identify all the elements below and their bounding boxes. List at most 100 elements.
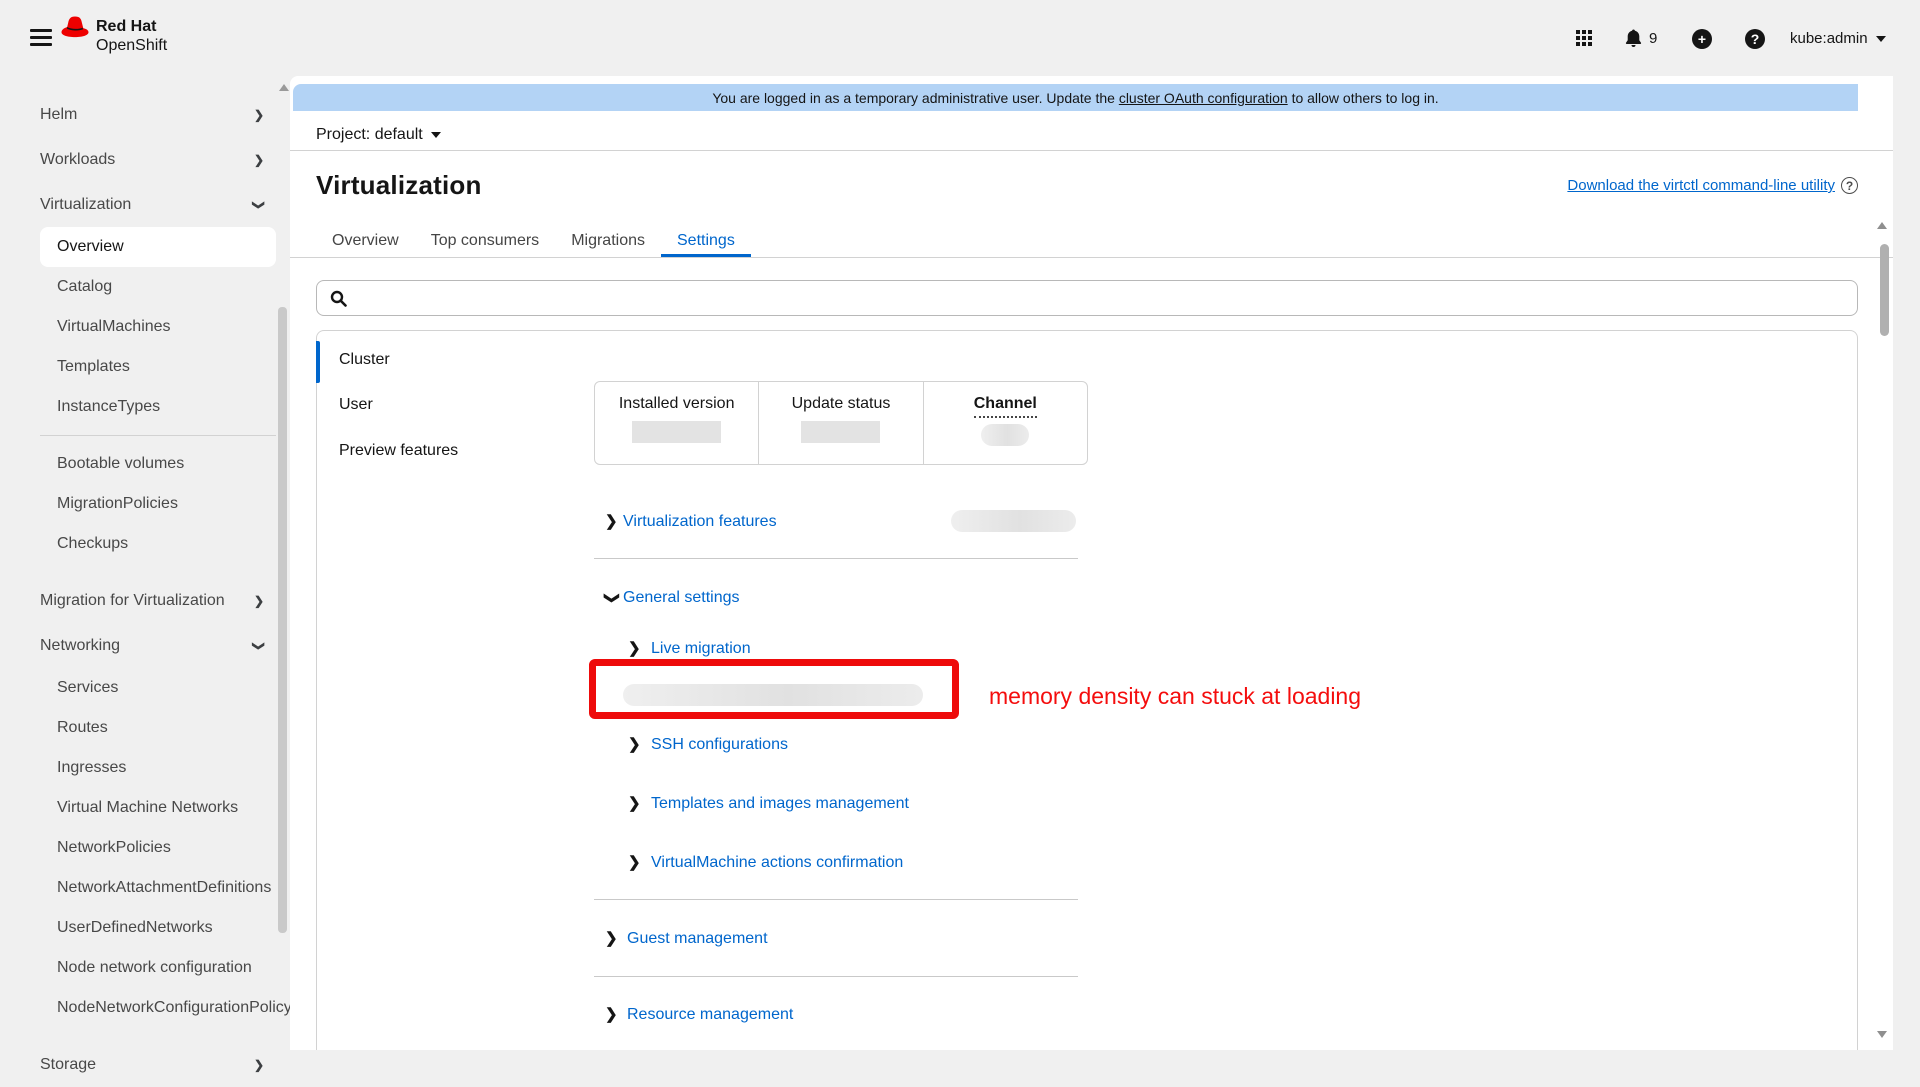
tab-top-consumers[interactable]: Top consumers <box>415 225 556 257</box>
scroll-down-arrow[interactable] <box>1877 1031 1887 1038</box>
sidebar-item-networkattachmentdefinitions[interactable]: NetworkAttachmentDefinitions <box>40 868 276 908</box>
chevron-down-icon: ❯ <box>251 199 266 210</box>
sidebar-item-routes[interactable]: Routes <box>40 708 276 748</box>
chevron-right-icon: ❯ <box>605 930 618 947</box>
virtualization-features-skeleton <box>951 510 1076 532</box>
settings-search <box>316 280 1858 316</box>
settings-tab-preview-features[interactable]: Preview features <box>339 442 458 460</box>
scroll-up-arrow[interactable] <box>1877 222 1887 229</box>
sidebar-item-catalog[interactable]: Catalog <box>40 267 276 307</box>
masthead: Red Hat OpenShift 9 + ? kube:admin <box>0 0 1920 76</box>
user-menu[interactable]: kube:admin <box>1790 30 1886 47</box>
sidebar-item-ingresses[interactable]: Ingresses <box>40 748 276 788</box>
settings-tab-user[interactable]: User <box>339 396 373 414</box>
add-plus-icon[interactable]: + <box>1692 29 1712 49</box>
section-virtualization-features[interactable]: Virtualization features <box>623 512 777 532</box>
chevron-right-icon: ❯ <box>253 152 264 167</box>
page-tabs: Overview Top consumers Migrations Settin… <box>290 225 1893 258</box>
banner-text-pre: You are logged in as a temporary adminis… <box>712 89 1119 106</box>
chevron-right-icon: ❯ <box>605 513 618 530</box>
app-launcher-icon[interactable] <box>1576 30 1594 48</box>
project-selector[interactable]: Project: default <box>316 120 441 150</box>
nav-toggle-icon[interactable] <box>30 29 52 46</box>
chevron-right-icon: ❯ <box>253 1057 264 1072</box>
search-icon <box>330 290 347 307</box>
sidebar-item-userdefinednetworks[interactable]: UserDefinedNetworks <box>40 908 276 948</box>
chevron-down-icon <box>1875 36 1886 43</box>
brand-text: Red Hat OpenShift <box>96 17 167 55</box>
username: kube:admin <box>1790 30 1868 47</box>
section-resource-management[interactable]: Resource management <box>627 1005 793 1025</box>
search-input[interactable] <box>356 283 1857 313</box>
divider <box>290 150 1893 151</box>
section-live-migration[interactable]: Live migration <box>651 639 751 659</box>
download-virtctl-link[interactable]: Download the virtctl command-line utilit… <box>1567 177 1835 194</box>
sidebar-item-node-network-configuration[interactable]: Node network configuration <box>40 948 276 988</box>
settings-card: Cluster User Preview features Installed … <box>316 330 1858 1050</box>
sidebar-item-virtual-machine-networks[interactable]: Virtual Machine Networks <box>40 788 276 828</box>
banner-text-post: to allow others to log in. <box>1287 89 1439 106</box>
sidebar-divider <box>40 435 276 436</box>
version-summary-box: Installed version Update status Channel <box>594 381 1088 465</box>
chevron-right-icon: ❯ <box>628 854 641 871</box>
tab-overview[interactable]: Overview <box>316 225 415 257</box>
chevron-down-icon <box>430 132 441 138</box>
help-icon[interactable]: ? <box>1745 29 1765 49</box>
divider <box>594 899 1078 900</box>
temp-admin-banner: You are logged in as a temporary adminis… <box>293 84 1858 111</box>
chevron-down-icon: ❯ <box>603 591 621 605</box>
project-selector-label: Project: default <box>316 126 423 143</box>
tab-settings[interactable]: Settings <box>661 225 751 257</box>
sidebar-item-networking[interactable]: Networking ❯ <box>0 623 290 668</box>
settings-tab-cluster[interactable]: Cluster <box>339 351 390 369</box>
sidebar-scroll-up-arrow[interactable] <box>279 84 289 91</box>
sidebar-item-helm[interactable]: Helm ❯ <box>0 92 290 137</box>
sidebar-item-services[interactable]: Services <box>40 668 276 708</box>
section-general-settings[interactable]: General settings <box>623 588 740 608</box>
tab-migrations[interactable]: Migrations <box>555 225 661 257</box>
section-guest-management[interactable]: Guest management <box>627 929 768 949</box>
sidebar-item-templates[interactable]: Templates <box>40 347 276 387</box>
sidebar-item-storage[interactable]: Storage ❯ <box>0 1042 290 1087</box>
product-name: OpenShift <box>96 37 168 54</box>
chevron-right-icon: ❯ <box>253 107 264 122</box>
sidebar-item-overview[interactable]: Overview <box>40 227 276 267</box>
sidebar-item-migration-for-virtualization[interactable]: Migration for Virtualization ❯ <box>0 578 290 623</box>
chevron-right-icon: ❯ <box>605 1006 618 1023</box>
channel-skeleton <box>981 424 1030 446</box>
sidebar-item-networkpolicies[interactable]: NetworkPolicies <box>40 828 276 868</box>
installed-version-label: Installed version <box>618 395 735 412</box>
oauth-configuration-link[interactable]: cluster OAuth configuration <box>1119 90 1288 106</box>
chevron-right-icon: ❯ <box>628 795 641 812</box>
chevron-right-icon: ❯ <box>628 640 641 657</box>
redhat-logo-icon <box>60 13 90 46</box>
update-status-column: Update status <box>758 382 922 464</box>
main-content-pane: You are logged in as a temporary adminis… <box>290 76 1893 1050</box>
sidebar-item-workloads[interactable]: Workloads ❯ <box>0 137 290 182</box>
sidebar-item-migrationpolicies[interactable]: MigrationPolicies <box>40 484 276 524</box>
channel-label[interactable]: Channel <box>973 395 1037 418</box>
sidebar-item-virtualmachines[interactable]: VirtualMachines <box>40 307 276 347</box>
brand-name: Red Hat <box>96 18 157 35</box>
section-vm-actions-confirmation[interactable]: VirtualMachine actions confirmation <box>651 853 903 873</box>
chevron-right-icon: ❯ <box>628 736 641 753</box>
section-ssh-configurations[interactable]: SSH configurations <box>651 735 788 755</box>
sidebar-nav: Helm ❯ Workloads ❯ Virtualization ❯ Overvie… <box>0 76 292 1073</box>
sidebar-item-bootable-volumes[interactable]: Bootable volumes <box>40 444 276 484</box>
page-title: Virtualization <box>316 170 482 200</box>
update-status-label: Update status <box>791 395 891 412</box>
sidebar-item-nodenetworkconfigurationpolicy[interactable]: NodeNetworkConfigurationPolicy <box>40 988 292 1028</box>
section-templates-images[interactable]: Templates and images management <box>651 794 909 814</box>
update-status-skeleton <box>801 421 881 443</box>
sidebar-item-instancetypes[interactable]: InstanceTypes <box>40 387 276 427</box>
divider <box>594 558 1078 559</box>
channel-column: Channel <box>922 382 1087 464</box>
chevron-right-icon: ❯ <box>253 593 264 608</box>
help-question-icon[interactable]: ? <box>1841 177 1858 194</box>
sidebar-scrollbar[interactable] <box>278 307 287 933</box>
installed-version-skeleton <box>632 421 722 443</box>
content-scrollbar[interactable] <box>1880 244 1889 336</box>
sidebar-item-virtualization[interactable]: Virtualization ❯ <box>0 182 290 227</box>
sidebar-item-checkups[interactable]: Checkups <box>40 524 276 564</box>
notifications-bell-icon[interactable] <box>1624 28 1643 53</box>
